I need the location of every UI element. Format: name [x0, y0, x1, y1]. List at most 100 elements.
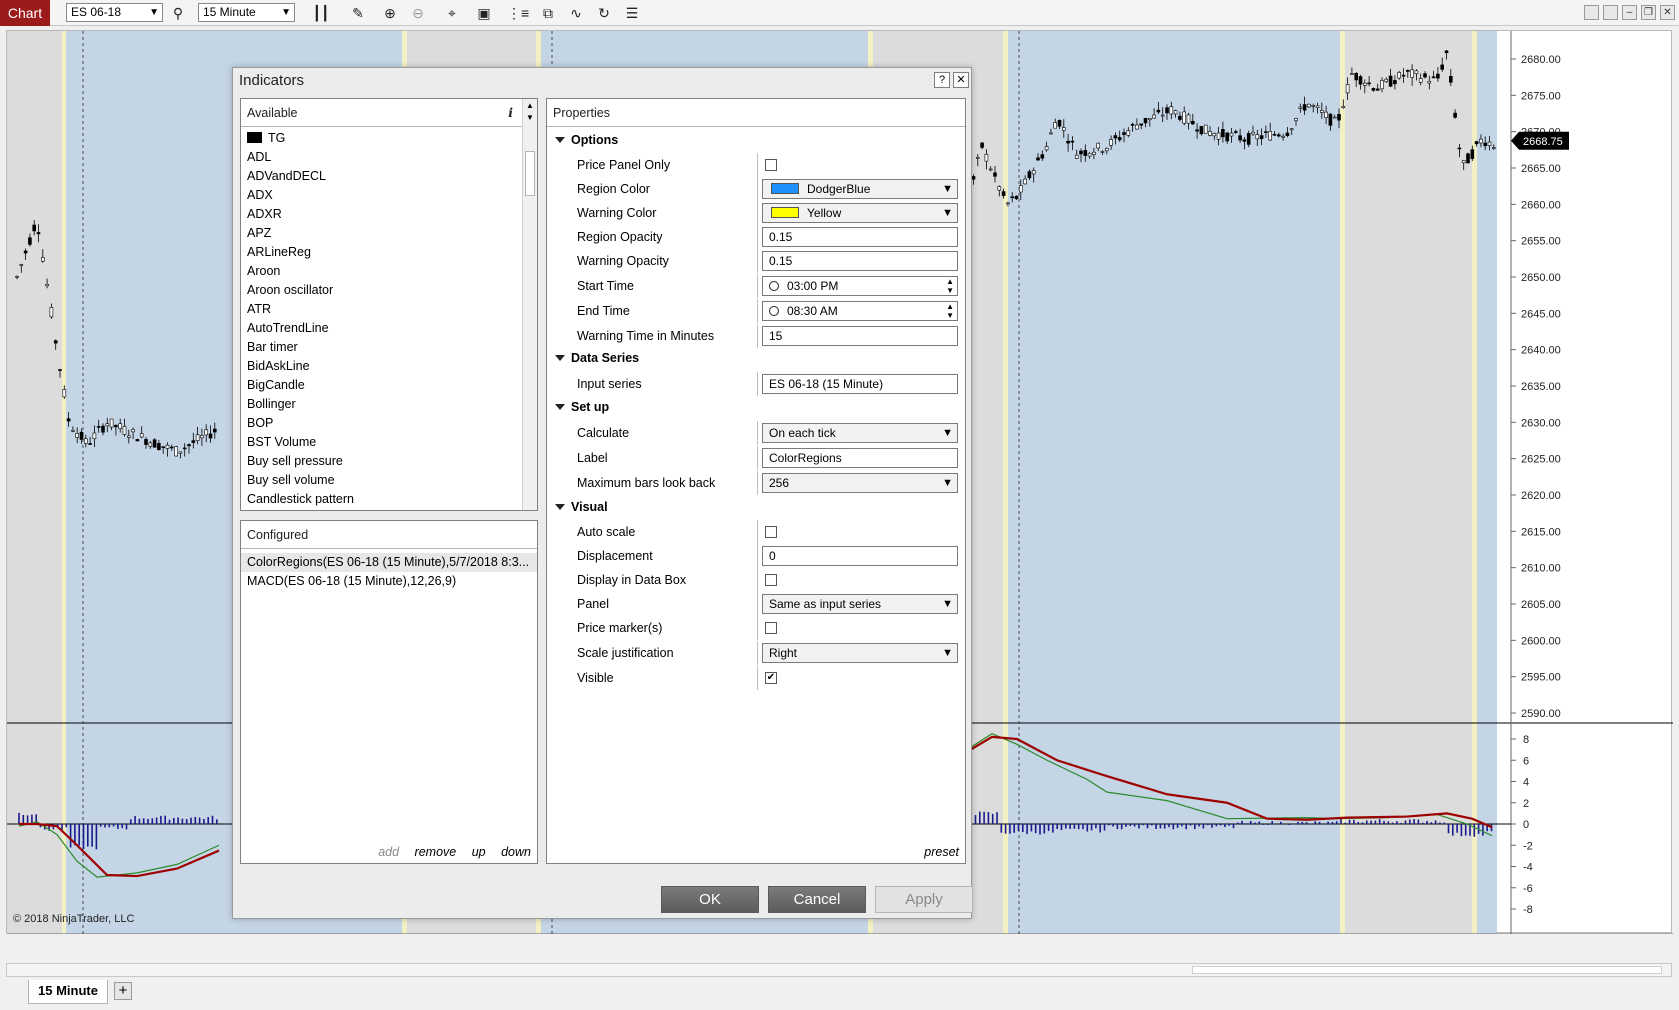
max-bars-select[interactable]: 256 ▼ — [762, 473, 958, 493]
available-item[interactable]: Buy sell pressure — [241, 452, 521, 471]
available-item-label: BidAskLine — [247, 359, 310, 373]
spinner-icon[interactable]: ▲ ▼ — [946, 302, 954, 320]
add-link[interactable]: add — [378, 845, 399, 859]
panel-select[interactable]: Same as input series ▼ — [762, 594, 958, 614]
ok-button[interactable]: OK — [661, 886, 759, 913]
collapse-triangle-icon[interactable] — [555, 137, 565, 143]
instrument-selector[interactable]: ES 06-18 ▼ — [66, 3, 163, 22]
close-icon[interactable]: ✕ — [1660, 5, 1675, 20]
available-item-label: BST Volume — [247, 435, 317, 449]
available-folder-item[interactable]: TG — [241, 129, 521, 148]
available-item[interactable]: ADXR — [241, 205, 521, 224]
info-icon[interactable]: i — [508, 99, 513, 127]
list-icon[interactable]: ☰ — [622, 3, 642, 23]
candle-body — [1289, 128, 1294, 131]
restore-icon[interactable]: ❐ — [1641, 5, 1656, 20]
search-icon[interactable]: ⚲ — [168, 3, 188, 23]
region-opacity-input[interactable]: 0.15 — [762, 227, 958, 247]
warning-color-select[interactable]: Yellow ▼ — [762, 203, 958, 223]
calculate-select[interactable]: On each tick ▼ — [762, 423, 958, 443]
warning-opacity-input[interactable]: 0.15 — [762, 251, 958, 271]
section-options[interactable]: Options — [547, 129, 965, 153]
region-color-value: DodgerBlue — [807, 182, 871, 196]
price-panel-only-checkbox[interactable] — [765, 159, 777, 171]
up-link[interactable]: up — [472, 845, 486, 859]
add-tab-button[interactable]: + — [114, 982, 132, 1000]
price-markers-checkbox[interactable] — [765, 622, 777, 634]
scroll-up-icon[interactable]: ▲ — [526, 101, 534, 110]
available-item[interactable]: APZ — [241, 224, 521, 243]
tab-15-minute[interactable]: 15 Minute — [28, 980, 108, 1004]
end-time-input[interactable]: 08:30 AM ▲ ▼ — [762, 301, 958, 321]
start-time-input[interactable]: 03:00 PM ▲ ▼ — [762, 276, 958, 296]
display-in-data-box-checkbox[interactable] — [765, 574, 777, 586]
available-item[interactable]: AutoTrendLine — [241, 319, 521, 338]
label-input[interactable]: ColorRegions — [762, 448, 958, 468]
pencil-icon[interactable]: ✎ — [348, 3, 368, 23]
available-item[interactable]: BidAskLine — [241, 357, 521, 376]
data-box-icon[interactable]: ▣ — [474, 3, 494, 23]
available-item[interactable]: BST Volume — [241, 433, 521, 452]
available-item[interactable]: ADVandDECL — [241, 167, 521, 186]
collapse-triangle-icon[interactable] — [555, 404, 565, 410]
warning-time-input[interactable]: 15 — [762, 326, 958, 346]
horizontal-scrollbar[interactable] — [6, 963, 1672, 977]
bars-type-icon[interactable]: ┃┃ — [311, 3, 331, 23]
configured-item-colorregions[interactable]: ColorRegions(ES 06-18 (15 Minute),5/7/20… — [241, 553, 537, 572]
layout-icon[interactable] — [1584, 5, 1599, 20]
zoom-in-icon[interactable]: ⊕ — [380, 3, 400, 23]
available-item[interactable]: Candlestick pattern — [241, 490, 521, 509]
layout-icon[interactable] — [1603, 5, 1618, 20]
indicators-icon[interactable]: ∿ — [566, 3, 586, 23]
available-item[interactable]: Buy sell volume — [241, 471, 521, 490]
auto-scale-checkbox[interactable] — [765, 526, 777, 538]
available-item[interactable]: ATR — [241, 300, 521, 319]
available-item[interactable]: ARLineReg — [241, 243, 521, 262]
available-item[interactable]: BOP — [241, 414, 521, 433]
candle-body — [1186, 114, 1191, 124]
available-item[interactable]: Aroon — [241, 262, 521, 281]
zoom-out-icon[interactable]: ⊖ — [408, 3, 428, 23]
candle-body — [182, 447, 187, 450]
price-tick-label: 2655.00 — [1521, 236, 1561, 248]
spinner-icon[interactable]: ▲ ▼ — [946, 277, 954, 295]
field-label: Region Opacity — [577, 230, 663, 244]
apply-button[interactable]: Apply — [875, 886, 973, 913]
cancel-button[interactable]: Cancel — [768, 886, 866, 913]
available-item[interactable]: ADX — [241, 186, 521, 205]
panel-value: Same as input series — [769, 597, 882, 611]
reload-icon[interactable]: ↻ — [594, 3, 614, 23]
region-color-select[interactable]: DodgerBlue ▼ — [762, 179, 958, 199]
crosshair-icon[interactable]: ⌖ — [442, 3, 462, 23]
configured-item-macd[interactable]: MACD(ES 06-18 (15 Minute),12,26,9) — [241, 572, 537, 591]
available-scrollbar[interactable]: ▲ ▼ — [522, 99, 537, 510]
available-item[interactable]: Aroon oscillator — [241, 281, 521, 300]
remove-link[interactable]: remove — [415, 845, 457, 859]
input-series-input[interactable]: ES 06-18 (15 Minute) — [762, 374, 958, 394]
scrollbar-thumb[interactable] — [525, 151, 535, 196]
properties-icon[interactable]: ⋮≡ — [507, 3, 529, 23]
preset-link[interactable]: preset — [924, 845, 959, 859]
close-icon[interactable]: ✕ — [953, 72, 969, 88]
available-item[interactable]: ADL — [241, 148, 521, 167]
collapse-triangle-icon[interactable] — [555, 355, 565, 361]
minimize-icon[interactable]: – — [1622, 5, 1637, 20]
displacement-input[interactable]: 0 — [762, 546, 958, 566]
section-visual[interactable]: Visual — [547, 496, 965, 520]
visible-checkbox[interactable]: ✔ — [765, 672, 777, 684]
interval-selector[interactable]: 15 Minute ▼ — [198, 3, 295, 22]
available-item[interactable]: Bollinger — [241, 395, 521, 414]
section-set-up[interactable]: Set up — [547, 396, 965, 420]
down-link[interactable]: down — [501, 845, 531, 859]
help-icon[interactable]: ? — [934, 72, 950, 88]
row-calculate: Calculate On each tick ▼ — [547, 421, 965, 445]
strategies-icon[interactable]: ⧉ — [538, 3, 558, 23]
available-item[interactable]: BigCandle — [241, 376, 521, 395]
scrollbar-thumb[interactable] — [1192, 966, 1662, 974]
scale-justification-select[interactable]: Right ▼ — [762, 643, 958, 663]
scroll-down-icon[interactable]: ▼ — [526, 113, 534, 122]
available-item[interactable]: Bar timer — [241, 338, 521, 357]
collapse-triangle-icon[interactable] — [555, 504, 565, 510]
available-list[interactable]: TG ADL ADVandDECL ADX ADXR APZ ARLineReg Aroon A… — [241, 129, 521, 509]
section-data-series[interactable]: Data Series — [547, 347, 965, 371]
